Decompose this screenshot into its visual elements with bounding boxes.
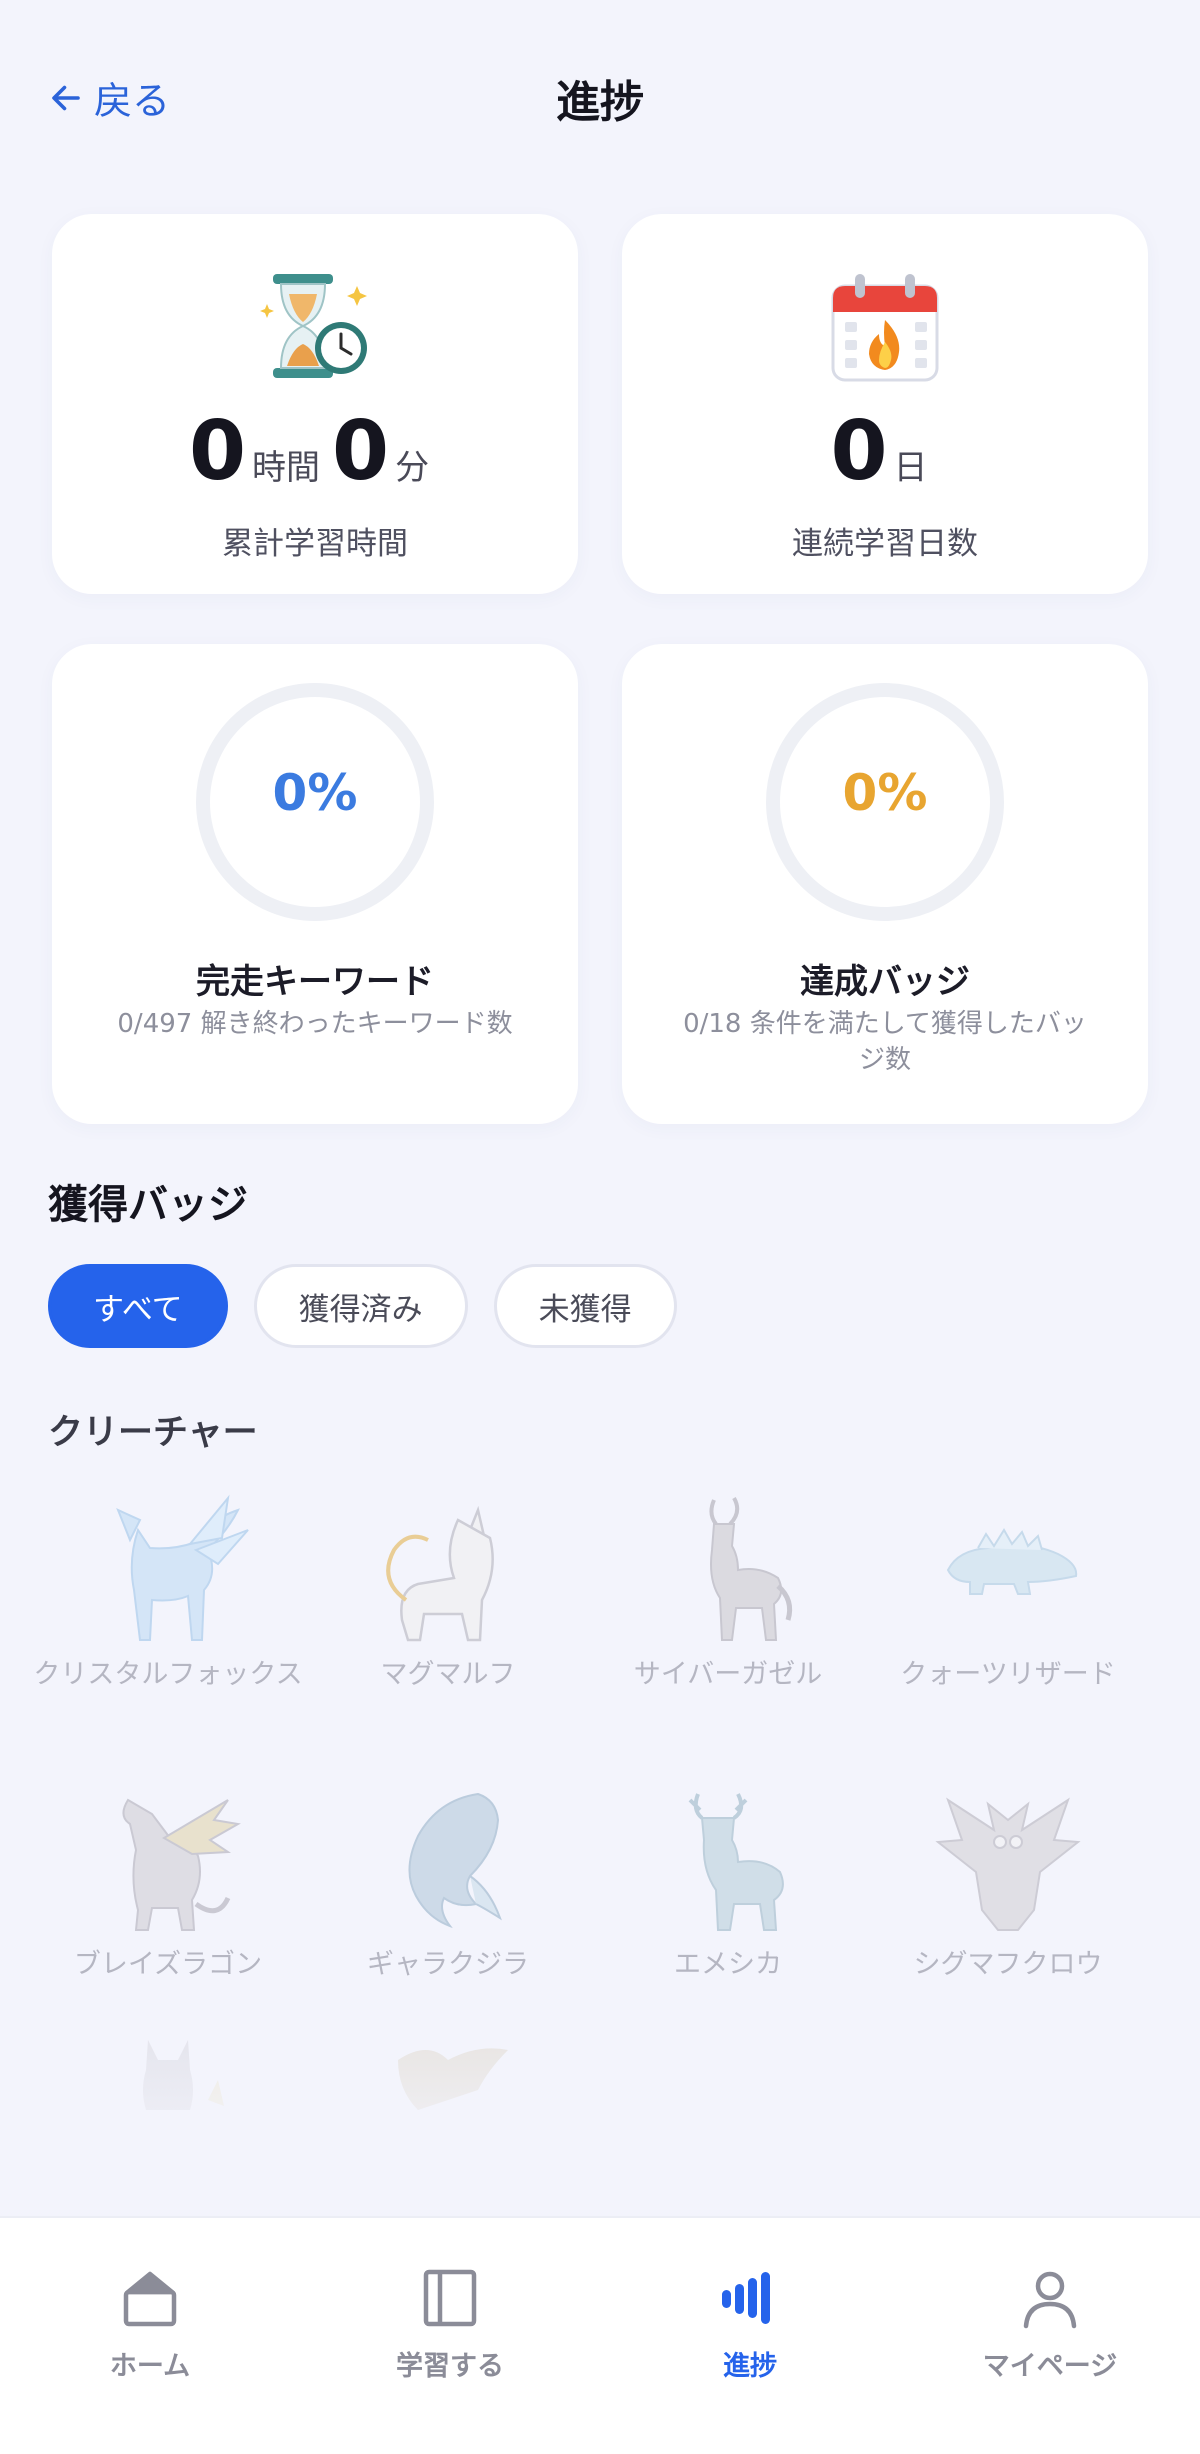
badge-name: クリスタルフォックス	[33, 1659, 303, 1690]
streak-value: 0日	[622, 404, 1148, 499]
earned-badges-heading: 獲得バッジ	[48, 1182, 248, 1228]
badge-name: エメシカ	[674, 1949, 782, 1980]
calendar-fire-icon	[831, 274, 939, 382]
badge-item[interactable]: ブレイズラゴン	[26, 1780, 310, 1984]
streak-label: 連続学習日数	[792, 526, 978, 562]
badge-name: ギャラクジラ	[367, 1949, 529, 1980]
badge-item[interactable]: エメシカ	[586, 1780, 870, 1984]
study-time-card: 0 時間 0 分 累計学習時間	[52, 214, 578, 594]
galaxy-whale-icon	[408, 1792, 502, 1929]
badge-name: ブレイズラゴン	[73, 1949, 263, 1980]
home-icon	[123, 2271, 177, 2327]
badge-item[interactable]: シグマフクロウ	[866, 1780, 1150, 1984]
blaze-dragon-icon	[122, 1798, 241, 1931]
tab-progress-label: 進捗	[723, 2351, 777, 2382]
filter-all-chip[interactable]: すべて	[48, 1264, 228, 1348]
person-icon	[1023, 2271, 1077, 2329]
crystal-fox-icon	[116, 1494, 249, 1641]
badge-item[interactable]: クォーツリザード	[866, 1490, 1150, 1694]
minutes-unit: 分	[395, 448, 430, 488]
tab-study-label: 学習する	[396, 2351, 504, 2382]
badge-name: サイバーガゼル	[633, 1659, 823, 1690]
badge-name: マグマルフ	[380, 1659, 516, 1690]
days-value: 0	[830, 404, 888, 499]
book-icon	[423, 2269, 477, 2327]
badge-item[interactable]: マグマルフ	[306, 1490, 590, 1694]
header: 戻る 進捗	[0, 0, 1200, 200]
badge-name: クォーツリザード	[900, 1659, 1116, 1690]
badge-filter-group: すべて 獲得済み 未獲得	[48, 1264, 677, 1348]
streak-card: 0日 連続学習日数	[622, 214, 1148, 594]
scroll-fade	[0, 2020, 1200, 2220]
hours-value: 0	[188, 404, 246, 499]
badge-name: シグマフクロウ	[913, 1949, 1103, 1980]
badge-item[interactable]: サイバーガゼル	[586, 1490, 870, 1694]
tab-mypage-label: マイページ	[982, 2351, 1118, 2382]
tab-progress[interactable]: 進捗	[600, 2266, 900, 2383]
progress-bars-icon	[722, 2272, 770, 2324]
quartz-lizard-icon	[946, 1528, 1078, 1595]
page-title: 進捗	[556, 77, 644, 128]
emerald-deer-icon	[688, 1793, 784, 1931]
keywords-title: 完走キーワード	[196, 962, 434, 1002]
days-unit: 日	[893, 448, 928, 488]
keywords-percent: 0%	[272, 764, 358, 822]
hourglass-icon	[260, 274, 367, 378]
study-time-value: 0 時間 0 分	[52, 404, 578, 499]
magma-wolf-icon	[386, 1505, 494, 1642]
badges-title: 達成バッジ	[800, 962, 970, 1002]
tab-mypage[interactable]: マイページ	[900, 2266, 1200, 2383]
tab-study[interactable]: 学習する	[300, 2266, 600, 2383]
badges-subtitle: 0/18 条件を満たして獲得したバッジ数	[683, 1009, 1087, 1075]
tab-home[interactable]: ホーム	[0, 2266, 300, 2383]
filter-earned-chip[interactable]: 獲得済み	[253, 1264, 468, 1348]
category-title: クリーチャー	[48, 1413, 258, 1453]
study-time-label: 累計学習時間	[222, 526, 408, 562]
tab-home-label: ホーム	[109, 2351, 191, 2382]
sigma-owl-icon	[935, 1797, 1081, 1931]
badges-percent: 0%	[842, 764, 928, 822]
badges-progress-card: 0% 達成バッジ 0/18 条件を満たして獲得したバッジ数	[622, 644, 1148, 1124]
keywords-progress-card: 0% 完走キーワード 0/497 解き終わったキーワード数	[52, 644, 578, 1124]
badge-item[interactable]: ギャラクジラ	[306, 1780, 590, 1984]
cyber-gazelle-icon	[709, 1497, 793, 1641]
keywords-subtitle: 0/497 解き終わったキーワード数	[117, 1009, 513, 1039]
minutes-value: 0	[332, 404, 390, 499]
filter-unearned-chip[interactable]: 未獲得	[493, 1264, 677, 1348]
badge-item[interactable]: クリスタルフォックス	[26, 1490, 310, 1694]
hours-unit: 時間	[252, 448, 320, 488]
bottom-tab-bar: ホーム 学習する 進捗 マイページ	[0, 2216, 1200, 2454]
